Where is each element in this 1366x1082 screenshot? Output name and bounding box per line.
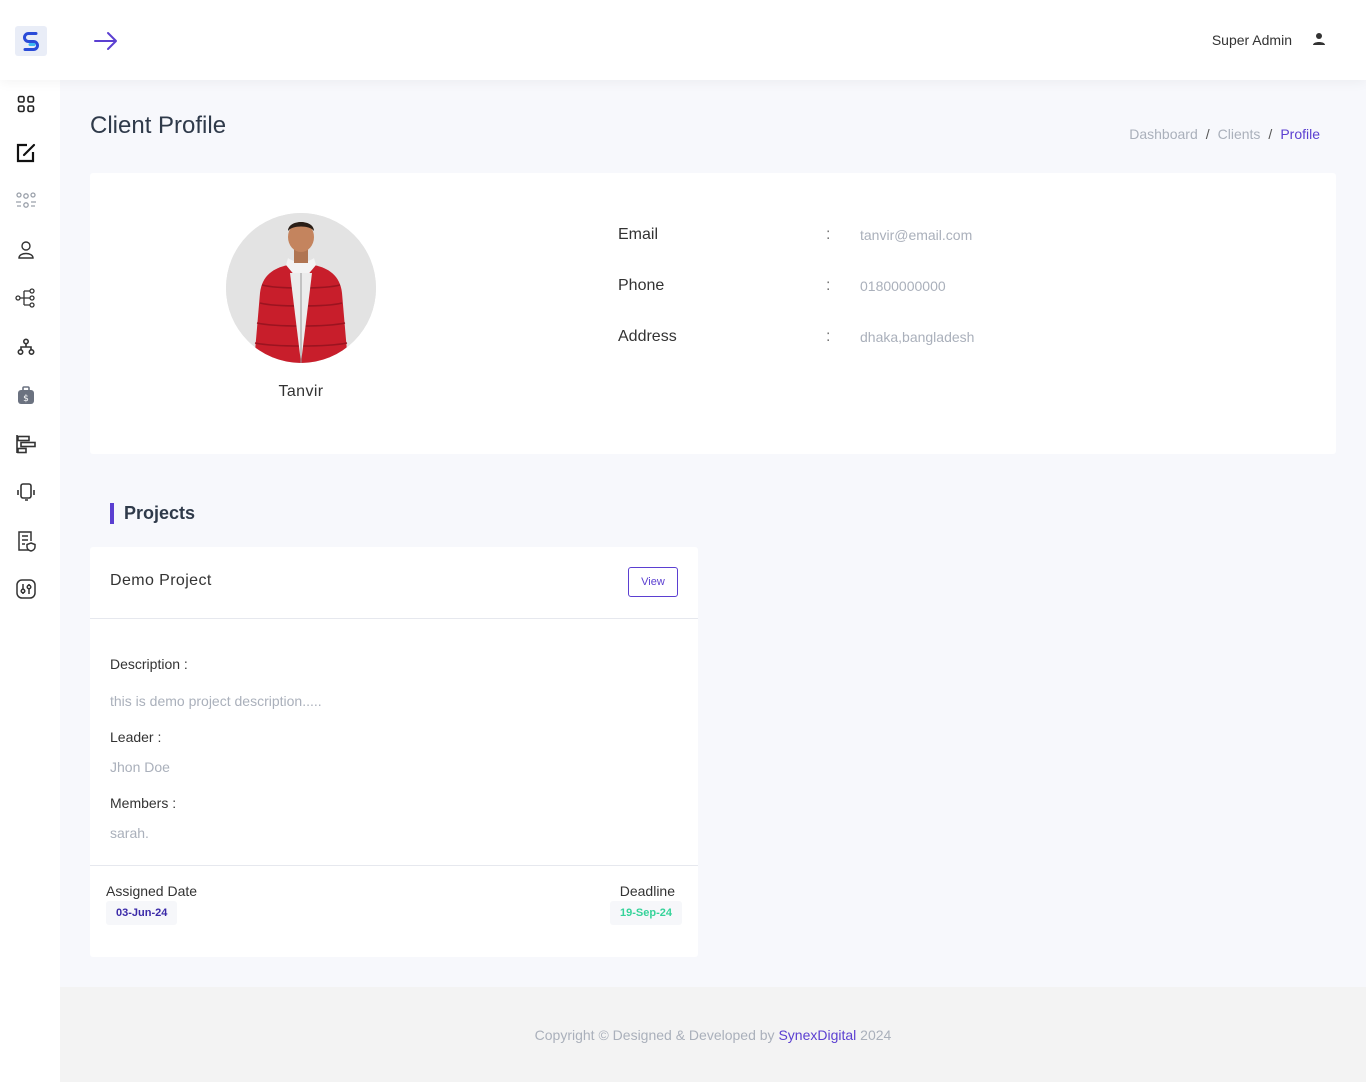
breadcrumb-profile: Profile bbox=[1280, 126, 1320, 142]
project-card-header: Demo Project View bbox=[90, 547, 698, 619]
copyright-year: 2024 bbox=[860, 1027, 892, 1043]
clients-group-icon[interactable] bbox=[14, 189, 38, 213]
phone-label: Phone bbox=[618, 277, 665, 294]
address-value: dhaka,bangladesh bbox=[860, 329, 975, 345]
phone-colon: : bbox=[826, 277, 831, 294]
timeline-icon[interactable] bbox=[14, 432, 38, 456]
address-colon: : bbox=[826, 328, 831, 345]
breadcrumb-clients[interactable]: Clients bbox=[1218, 126, 1261, 142]
page-title: Client Profile bbox=[90, 112, 227, 139]
project-name: Demo Project bbox=[110, 572, 212, 589]
svg-text:$: $ bbox=[23, 394, 29, 404]
brand-link[interactable]: SynexDigital bbox=[778, 1027, 856, 1043]
members-value: sarah. bbox=[110, 825, 149, 841]
breadcrumb-dashboard[interactable]: Dashboard bbox=[1129, 126, 1198, 142]
breadcrumb-separator: / bbox=[1205, 126, 1210, 142]
leader-value: Jhon Doe bbox=[110, 759, 170, 775]
user-icon[interactable] bbox=[14, 238, 38, 262]
copyright-text: Copyright © Designed & Developed by bbox=[534, 1027, 775, 1043]
settings-panel-icon[interactable] bbox=[14, 577, 38, 601]
view-project-button[interactable]: View bbox=[628, 567, 678, 597]
edit-icon[interactable] bbox=[14, 141, 38, 165]
description-label: Description : bbox=[110, 656, 188, 672]
arrow-right-icon[interactable] bbox=[92, 29, 120, 53]
client-avatar bbox=[226, 213, 376, 363]
breadcrumb-separator: / bbox=[1268, 126, 1273, 142]
user-name[interactable]: Super Admin bbox=[1212, 32, 1292, 48]
project-card: Demo Project View Description : this is … bbox=[90, 547, 698, 957]
dashboard-grid-icon[interactable] bbox=[14, 92, 38, 116]
deadline-badge: 19-Sep-24 bbox=[610, 901, 682, 925]
assigned-date-label: Assigned Date bbox=[106, 883, 198, 899]
email-value: tanvir@email.com bbox=[860, 227, 973, 243]
address-label: Address bbox=[618, 328, 677, 345]
headset-icon[interactable] bbox=[14, 480, 38, 504]
assigned-date-badge: 03-Jun-24 bbox=[106, 901, 178, 925]
projects-tree-icon[interactable] bbox=[14, 286, 38, 310]
hierarchy-icon[interactable] bbox=[14, 335, 38, 359]
projects-section-title: Projects bbox=[110, 503, 195, 524]
client-name: Tanvir bbox=[278, 383, 324, 400]
page-footer: Copyright © Designed & Developed by Syne… bbox=[60, 987, 1366, 1082]
project-card-footer: Assigned Date 03-Jun-24 Deadline 19-Sep-… bbox=[90, 865, 698, 957]
phone-value: 01800000000 bbox=[860, 278, 946, 294]
description-value: this is demo project description..... bbox=[110, 693, 322, 709]
top-header: Super Admin bbox=[0, 0, 1366, 80]
report-shield-icon[interactable] bbox=[14, 529, 38, 553]
breadcrumb: Dashboard / Clients / Profile bbox=[1129, 126, 1320, 142]
members-label: Members : bbox=[110, 795, 177, 811]
sidebar: $ bbox=[0, 80, 60, 1082]
money-bag-icon[interactable]: $ bbox=[14, 383, 38, 407]
user-icon[interactable] bbox=[1310, 30, 1328, 48]
leader-label: Leader : bbox=[110, 729, 162, 745]
profile-card: Tanvir Email : tanvir@email.com Phone : … bbox=[90, 173, 1336, 454]
email-colon: : bbox=[826, 226, 831, 243]
email-label: Email bbox=[618, 226, 659, 243]
deadline-label: Deadline bbox=[619, 883, 675, 899]
logo-icon[interactable] bbox=[15, 26, 47, 56]
